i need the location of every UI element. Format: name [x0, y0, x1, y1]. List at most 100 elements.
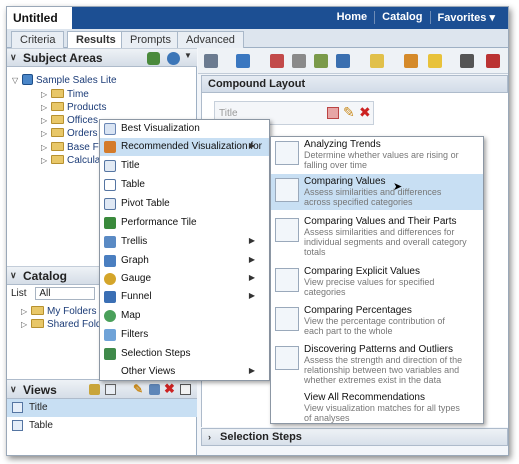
expand-icon[interactable]: ▷ [41, 88, 51, 101]
view-item-label: Title [29, 402, 48, 413]
delete-icon[interactable]: ✖ [359, 104, 371, 121]
menu-item-recommended-visualization[interactable]: Recommended Visualization for ▶ [100, 138, 269, 156]
menu-item-title[interactable]: Title [100, 157, 269, 175]
menu-item-selection-steps[interactable]: Selection Steps [100, 345, 269, 363]
submenu-item-patterns-outliers[interactable]: Discovering Patterns and Outliers Assess… [271, 342, 483, 388]
expand-icon[interactable]: ▷ [41, 114, 51, 127]
format-container-icon[interactable] [327, 107, 339, 119]
menu-item-map[interactable]: Map [100, 307, 269, 325]
calculator-icon[interactable] [460, 54, 474, 68]
collapse-icon[interactable]: ∨ [10, 270, 17, 281]
nav-favorites[interactable]: Favorites ▾ [429, 11, 503, 24]
tree-item-base-facts[interactable]: ▷ Base F [41, 141, 99, 154]
tree-item-products[interactable]: ▷ Products [41, 101, 106, 114]
submenu-item-desc: falling over time [304, 160, 368, 170]
tab-prompts[interactable]: Prompts [121, 31, 180, 48]
nav-catalog[interactable]: Catalog [374, 11, 429, 24]
tree-item-time[interactable]: ▷ Time [41, 88, 89, 101]
tree-item-label: Time [67, 89, 89, 100]
print-icon[interactable] [204, 54, 218, 68]
global-nav: Home Catalog Favorites ▾ [330, 11, 502, 24]
subject-area-root[interactable]: ▽ Sample Sales Lite [12, 74, 117, 87]
layout-icon[interactable] [336, 54, 350, 68]
submenu-item-title: View All Recommendations [304, 392, 425, 403]
help-icon[interactable] [428, 54, 442, 68]
expand-icon[interactable]: ▷ [21, 305, 31, 318]
new-view-toolbar-icon[interactable] [370, 54, 384, 68]
duplicate-view-icon[interactable] [149, 384, 160, 395]
tree-item-label: Offices [67, 115, 98, 126]
folder-icon [51, 102, 64, 111]
tree-item-label: Calcula [67, 155, 101, 166]
dropdown-arrow-icon[interactable]: ▼ [184, 51, 192, 60]
tree-item-offices[interactable]: ▷ Offices [41, 114, 98, 127]
expand-icon[interactable]: ▷ [41, 101, 51, 114]
menu-item-label: Gauge [121, 273, 152, 284]
preview-icon[interactable] [292, 54, 306, 68]
edit-xml-icon[interactable] [486, 54, 500, 68]
views-header[interactable]: ∨ Views ✎ ✖ [7, 379, 197, 399]
expand-icon[interactable]: ▷ [41, 154, 51, 167]
expand-icon[interactable]: ▷ [41, 127, 51, 140]
catalog-item-shared-folders[interactable]: ▷ Shared Folde [21, 318, 107, 331]
expand-icon[interactable]: ▽ [12, 74, 22, 87]
expand-icon[interactable]: › [208, 432, 211, 442]
new-view-icon[interactable] [105, 384, 116, 395]
submenu-item-title: Comparing Values and Their Parts [304, 216, 457, 227]
trellis-icon [104, 236, 116, 248]
menu-item-graph[interactable]: Graph ▶ [100, 252, 269, 270]
tree-item-orders[interactable]: ▷ Orders [41, 127, 98, 140]
submenu-item-comparing-parts[interactable]: Comparing Values and Their Parts Assess … [271, 214, 483, 260]
folder-icon [31, 306, 44, 315]
list-select[interactable]: All [35, 287, 96, 300]
submenu-arrow-icon: ▶ [248, 366, 255, 375]
view-item-title[interactable]: Title [7, 399, 197, 417]
menu-item-funnel[interactable]: Funnel ▶ [100, 288, 269, 306]
menu-item-other-views[interactable]: Other Views ▶ [100, 363, 269, 381]
add-view-icon[interactable] [89, 384, 100, 395]
selection-steps-header[interactable]: › Selection Steps [201, 428, 508, 446]
refresh-results-icon[interactable] [314, 54, 328, 68]
schedule-icon[interactable] [270, 54, 284, 68]
nav-home[interactable]: Home [330, 11, 375, 24]
refresh-icon[interactable] [167, 52, 180, 65]
view-item-table[interactable]: Table [7, 417, 197, 435]
menu-item-gauge[interactable]: Gauge ▶ [100, 270, 269, 288]
submenu-item-title: Comparing Percentages [304, 305, 412, 316]
rename-view-icon[interactable] [180, 384, 191, 395]
properties-icon[interactable] [404, 54, 418, 68]
menu-item-trellis[interactable]: Trellis ▶ [100, 233, 269, 251]
add-subject-area-icon[interactable] [147, 52, 160, 65]
collapse-icon[interactable]: ∨ [10, 384, 17, 395]
menu-item-pivot-table[interactable]: Pivot Table [100, 195, 269, 213]
expand-icon[interactable]: ▷ [41, 141, 51, 154]
collapse-icon[interactable]: ∨ [10, 52, 17, 63]
tree-item-calculated[interactable]: ▷ Calcula [41, 154, 100, 167]
subject-areas-header[interactable]: ∨ Subject Areas ▼ [7, 48, 197, 67]
menu-item-filters[interactable]: Filters [100, 326, 269, 344]
delete-view-icon[interactable]: ✖ [164, 381, 175, 397]
tab-results[interactable]: Results [67, 31, 125, 49]
export-icon[interactable] [236, 54, 250, 68]
submenu-item-comparing-percentages[interactable]: Comparing Percentages View the percentag… [271, 303, 483, 339]
edit-view-icon[interactable]: ✎ [133, 382, 143, 396]
app-window: Untitled Home Catalog Favorites ▾ Criter… [6, 6, 509, 456]
performance-tile-icon [104, 217, 116, 229]
submenu-arrow-icon: ▶ [248, 236, 255, 245]
submenu-item-comparing-values[interactable]: Comparing Values Assess similarities and… [271, 174, 483, 210]
submenu-arrow-icon: ▶ [248, 255, 255, 264]
submenu-item-desc: each part to the whole [304, 326, 393, 336]
submenu-item-view-all[interactable]: View All Recommendations View visualizat… [271, 390, 483, 424]
menu-item-label: Table [121, 179, 145, 190]
edit-icon[interactable]: ✎ [343, 104, 355, 121]
menu-item-best-visualization[interactable]: Best Visualization [100, 120, 269, 138]
tree-item-label: Products [67, 102, 107, 113]
tab-advanced[interactable]: Advanced [177, 31, 244, 48]
submenu-item-explicit-values[interactable]: Comparing Explicit Values View precise v… [271, 264, 483, 300]
catalog-item-my-folders[interactable]: ▷ My Folders [21, 305, 96, 318]
expand-icon[interactable]: ▷ [21, 318, 31, 331]
menu-item-table[interactable]: Table [100, 176, 269, 194]
tab-criteria[interactable]: Criteria [11, 31, 65, 48]
menu-item-performance-tile[interactable]: Performance Tile [100, 214, 269, 232]
submenu-item-analyzing-trends[interactable]: Analyzing Trends Determine whether value… [271, 137, 483, 173]
